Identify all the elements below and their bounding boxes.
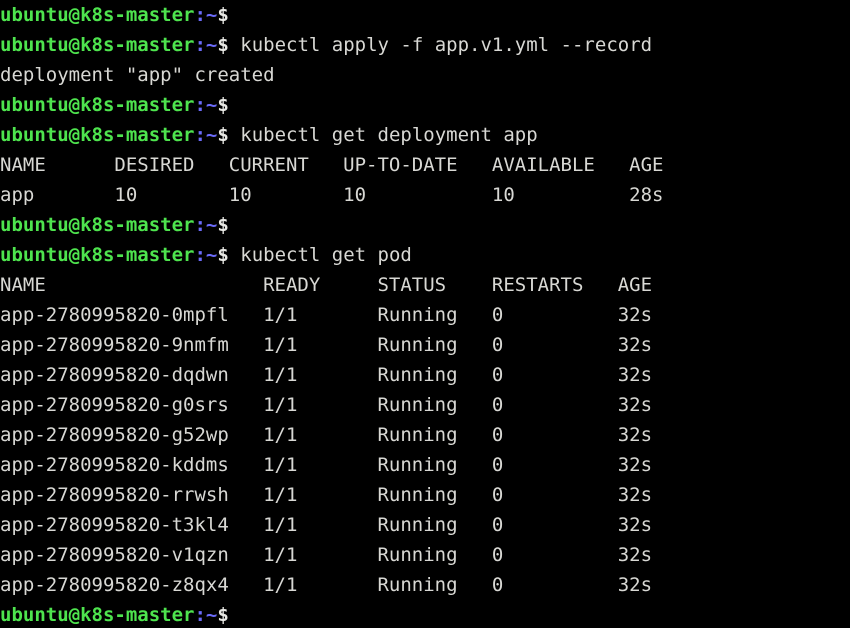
- prompt-path: :~: [194, 604, 218, 626]
- prompt-user-host: ubuntu@k8s-master: [0, 214, 195, 236]
- command-spacer: [229, 244, 240, 266]
- prompt-user-host: ubuntu@k8s-master: [0, 604, 195, 626]
- prompt-symbol: $: [217, 34, 229, 56]
- prompt-symbol: $: [217, 214, 229, 236]
- prompt-symbol: $: [217, 94, 229, 116]
- command-line-get-pod: ubuntu@k8s-master:~$ kubectl get pod: [0, 240, 850, 270]
- prompt-path: :~: [194, 94, 218, 116]
- command-spacer: [229, 124, 240, 146]
- prompt-path: :~: [194, 124, 218, 146]
- table-row: app-2780995820-v1qzn 1/1 Running 0 32s: [0, 544, 653, 566]
- prompt-line-active[interactable]: ubuntu@k8s-master:~$: [0, 600, 850, 628]
- prompt-symbol: $: [217, 244, 229, 266]
- prompt-line: ubuntu@k8s-master:~$: [0, 210, 850, 240]
- table-row: app 10 10 10 10 28s: [0, 184, 664, 206]
- prompt-line: ubuntu@k8s-master:~$: [0, 90, 850, 120]
- prompt-user-host: ubuntu@k8s-master: [0, 124, 195, 146]
- command-line-apply: ubuntu@k8s-master:~$ kubectl apply -f ap…: [0, 30, 850, 60]
- prompt-user-host: ubuntu@k8s-master: [0, 94, 195, 116]
- table-row: app-2780995820-0mpfl 1/1 Running 0 32s: [0, 304, 653, 326]
- output-apply-result: deployment "app" created: [0, 64, 275, 86]
- command-get-pod: kubectl get pod: [240, 244, 412, 266]
- prompt-path: :~: [194, 244, 218, 266]
- table-row: app-2780995820-g52wp 1/1 Running 0 32s: [0, 424, 653, 446]
- table-row: app-2780995820-rrwsh 1/1 Running 0 32s: [0, 484, 653, 506]
- table-row: app-2780995820-kddms 1/1 Running 0 32s: [0, 454, 653, 476]
- terminal-window[interactable]: ubuntu@k8s-master:~$ ubuntu@k8s-master:~…: [0, 0, 850, 628]
- command-line-get-deployment: ubuntu@k8s-master:~$ kubectl get deploym…: [0, 120, 850, 150]
- prompt-symbol: $: [217, 4, 229, 26]
- deployment-table-header: NAME DESIRED CURRENT UP-TO-DATE AVAILABL…: [0, 154, 664, 176]
- prompt-path: :~: [194, 4, 218, 26]
- table-row: app-2780995820-g0srs 1/1 Running 0 32s: [0, 394, 653, 416]
- prompt-user-host: ubuntu@k8s-master: [0, 34, 195, 56]
- command-get-deployment: kubectl get deployment app: [240, 124, 538, 146]
- table-row: app-2780995820-t3kl4 1/1 Running 0 32s: [0, 514, 653, 536]
- command-text-apply: [229, 34, 240, 56]
- table-row: app-2780995820-9nmfm 1/1 Running 0 32s: [0, 334, 653, 356]
- prompt-path: :~: [194, 214, 218, 236]
- prompt-path: :~: [194, 34, 218, 56]
- table-row: app-2780995820-dqdwn 1/1 Running 0 32s: [0, 364, 653, 386]
- command-apply: kubectl apply -f app.v1.yml --record: [240, 34, 653, 56]
- prompt-user-host: ubuntu@k8s-master: [0, 4, 195, 26]
- prompt-user-host: ubuntu@k8s-master: [0, 244, 195, 266]
- prompt-symbol: $: [217, 604, 229, 626]
- prompt-symbol: $: [217, 124, 229, 146]
- prompt-line: ubuntu@k8s-master:~$: [0, 0, 850, 30]
- terminal-screen[interactable]: ubuntu@k8s-master:~$ ubuntu@k8s-master:~…: [0, 0, 850, 628]
- pod-table-header: NAME READY STATUS RESTARTS AGE: [0, 274, 653, 296]
- table-row: app-2780995820-z8qx4 1/1 Running 0 32s: [0, 574, 653, 596]
